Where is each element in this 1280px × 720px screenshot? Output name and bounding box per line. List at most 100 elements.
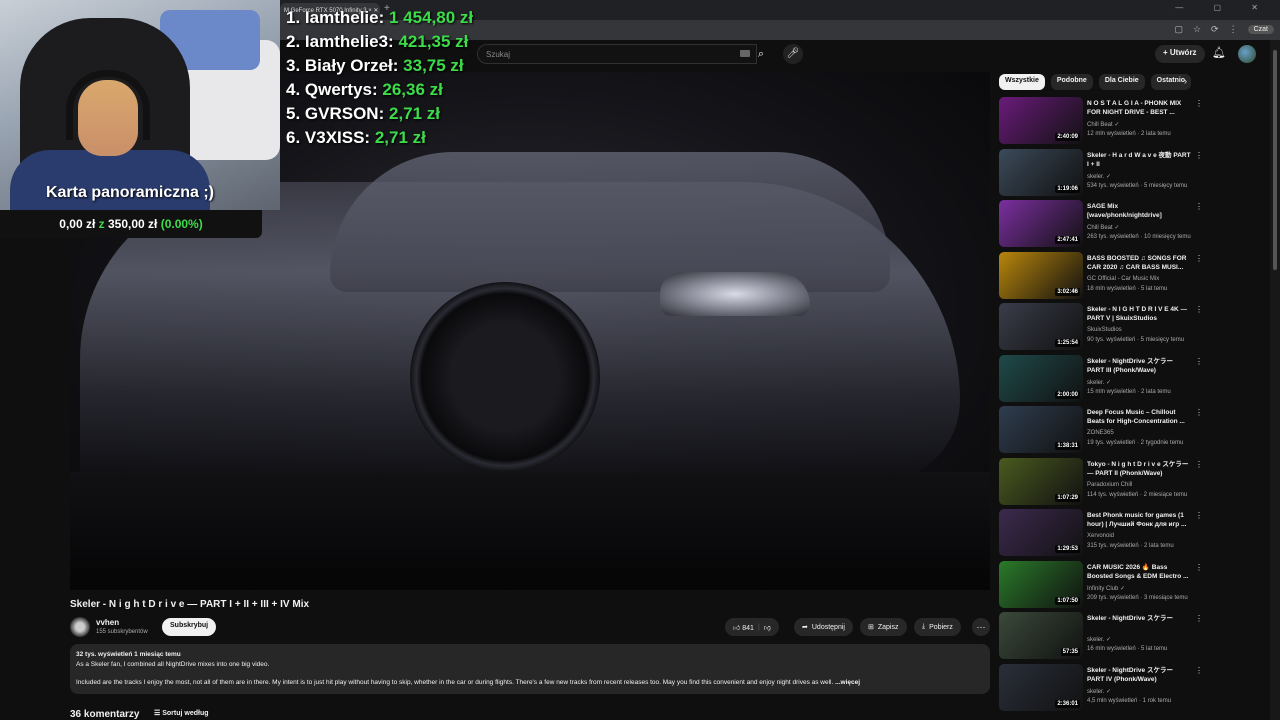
recommendation-channel[interactable]: skeler. ✓ — [1087, 173, 1111, 180]
recommendation-channel[interactable]: SkuixStudios — [1087, 327, 1122, 333]
kebab-menu-icon[interactable]: ⋮ — [1195, 151, 1203, 160]
recommendation-title[interactable]: Skeler - N I G H T D R I V E 4K — PART V… — [1087, 305, 1191, 323]
recommendation-title[interactable]: Tokyo - N i g h t D r i v e スケラー — PART … — [1087, 460, 1191, 478]
kebab-menu-icon[interactable]: ⋮ — [1195, 254, 1203, 263]
chip-for-you[interactable]: Dla Ciebie — [1098, 74, 1145, 90]
share-button[interactable]: ➦ Udostępnij — [794, 618, 853, 636]
recommendation-title[interactable]: Best Phonk music for games (1 hour) | Лу… — [1087, 511, 1191, 529]
recommendation-channel[interactable]: Xervonoid — [1087, 533, 1114, 539]
bookmark-star-icon[interactable]: ☆ — [1193, 24, 1201, 35]
recommendation-channel[interactable]: Chill Beat ✓ — [1087, 121, 1119, 128]
scrollbar-thumb[interactable] — [1273, 50, 1277, 270]
recommendation-channel[interactable]: skeler. ✓ — [1087, 688, 1111, 695]
reload-icon[interactable]: ⟳ — [1211, 24, 1219, 35]
recommendation-thumbnail[interactable]: 1:25:54 — [999, 303, 1083, 350]
recommendation-title[interactable]: Deep Focus Music – Chillout Beats for Hi… — [1087, 408, 1191, 426]
kebab-menu-icon[interactable]: ⋮ — [1195, 666, 1203, 675]
recommendation-channel[interactable]: skeler. ✓ — [1087, 636, 1111, 643]
recommendation-thumbnail[interactable]: 2:40:09 — [999, 97, 1083, 144]
search-icon[interactable]: ⌕ — [747, 44, 775, 64]
kebab-menu-icon[interactable]: ⋮ — [1195, 202, 1203, 211]
recommendation-title[interactable]: N O S T A L G I A - PHONK MIX FOR NIGHT … — [1087, 99, 1191, 117]
recommendation-thumbnail[interactable]: 57:35 — [999, 612, 1083, 659]
donor-name: 3. Biały Orzeł: — [286, 56, 399, 75]
recommendation-thumbnail[interactable]: 3:02:46 — [999, 251, 1083, 299]
notifications-bell-icon[interactable]: 🔔︎ — [1212, 46, 1226, 59]
like-button[interactable]: 👍︎ 841 — [733, 623, 754, 632]
recommendation-item[interactable]: 2:36:01 Skeler - NightDrive スケラー PART IV … — [999, 663, 1204, 716]
window-controls[interactable]: — ▢ ✕ — [1175, 3, 1272, 12]
recommendation-title[interactable]: Skeler - NightDrive スケラー PART III (Phonk… — [1087, 357, 1191, 375]
kebab-menu-icon[interactable]: ⋮ — [1195, 563, 1203, 572]
kebab-menu-icon[interactable]: ⋮ — [1195, 460, 1203, 469]
profile-chip[interactable]: Czat — [1247, 25, 1274, 34]
recommendation-item[interactable]: 3:02:46 BASS BOOSTED ♫ SONGS FOR CAR 2020… — [999, 251, 1204, 304]
video-title: Skeler - N i g h t D r i v e — PART I + … — [70, 599, 310, 610]
video-frame-hood — [330, 152, 890, 292]
create-button[interactable]: + Utwórz — [1155, 45, 1205, 63]
search-input[interactable]: Szukaj — [477, 44, 757, 64]
donor-amount: 2,71 zł — [374, 128, 426, 147]
recommendation-channel[interactable]: GC Official - Car Music Mix — [1087, 276, 1159, 282]
recommendation-channel[interactable]: ZONE365 — [1087, 430, 1114, 436]
chip-all[interactable]: Wszystkie — [999, 74, 1045, 90]
description-box[interactable]: 32 tys. wyświetleń 1 miesiąc temu As a S… — [70, 644, 990, 694]
subscribe-button[interactable]: Subskrybuj — [162, 618, 217, 636]
save-button[interactable]: ⊞ Zapisz — [860, 618, 907, 636]
kebab-menu-icon[interactable]: ⋮ — [1195, 511, 1203, 520]
recommendation-item[interactable]: 1:07:50 CAR MUSIC 2026 🔥 Bass Boosted Son… — [999, 560, 1204, 613]
chip-related[interactable]: Podobne — [1050, 74, 1093, 90]
recommendation-thumbnail[interactable]: 1:07:50 — [999, 560, 1083, 608]
recommendation-thumbnail[interactable]: 1:19:06 — [999, 148, 1083, 196]
recommendation-channel[interactable]: Chill Beat ✓ — [1087, 224, 1119, 231]
menu-kebab-icon[interactable]: ⋮ — [1229, 24, 1238, 35]
recommendation-title[interactable]: Skeler - H a r d W a v e 夜動 PART I + II — [1087, 151, 1191, 169]
recommendation-title[interactable]: CAR MUSIC 2026 🔥 Bass Boosted Songs & ED… — [1087, 563, 1191, 581]
sort-comments-button[interactable]: ☰ Sortuj według — [154, 709, 209, 717]
microphone-icon[interactable]: 🎤︎ — [783, 44, 803, 64]
recommendation-title[interactable]: SAGE Mix [wave/phonk/nightdrive] — [1087, 202, 1191, 220]
kebab-menu-icon[interactable]: ⋮ — [1195, 99, 1203, 108]
donor-leaderboard: 1. Iamthelie: 1 454,80 zł 2. Iamthelie3:… — [286, 6, 473, 150]
recommendation-item[interactable]: 1:29:53 Best Phonk music for games (1 hou… — [999, 509, 1204, 561]
download-button[interactable]: ⤓ Pobierz — [914, 618, 961, 636]
recommendation-title[interactable]: BASS BOOSTED ♫ SONGS FOR CAR 2020 ♫ CAR … — [1087, 254, 1191, 272]
download-icon: ⤓ — [922, 623, 926, 630]
recommendation-channel[interactable]: skeler. ✓ — [1087, 379, 1111, 386]
recommendation-channel[interactable]: Paradoxium Chill — [1087, 482, 1132, 488]
chevron-right-icon[interactable]: › — [1184, 76, 1187, 86]
kebab-menu-icon[interactable]: ⋮ — [1195, 614, 1203, 623]
recommendation-thumbnail[interactable]: 2:47:41 — [999, 200, 1083, 247]
channel-avatar[interactable] — [70, 617, 90, 637]
recommendation-meta: 90 tys. wyświetleń · 5 miesięcy temu — [1087, 337, 1185, 343]
kebab-menu-icon[interactable]: ⋮ — [1195, 408, 1203, 417]
more-actions-icon[interactable]: ⋯ — [972, 618, 990, 636]
dislike-icon[interactable]: 👎︎ — [764, 623, 771, 632]
recommendation-item[interactable]: 57:35 Skeler - NightDrive スケラー skeler. ✓ 16… — [999, 612, 1204, 664]
account-avatar[interactable] — [1238, 45, 1256, 63]
kebab-menu-icon[interactable]: ⋮ — [1195, 305, 1203, 314]
page-scrollbar[interactable] — [1270, 40, 1280, 720]
show-more-link[interactable]: ...więcej — [835, 679, 860, 686]
recommendation-title[interactable]: Skeler - NightDrive スケラー PART IV (Phonk/… — [1087, 666, 1191, 684]
donation-current: 0,00 zł — [59, 217, 96, 231]
donation-goal: 0,00 zł z 350,00 zł (0.00%) — [0, 210, 262, 238]
recommendation-item[interactable]: 2:40:09 N O S T A L G I A - PHONK MIX FOR… — [999, 97, 1204, 149]
recommendation-title[interactable]: Skeler - NightDrive スケラー — [1087, 614, 1191, 623]
channel-name[interactable]: vvhen — [96, 618, 119, 627]
recommendation-thumbnail[interactable]: 2:36:01 — [999, 663, 1083, 711]
view-stats: 32 tys. wyświetleń 1 miesiąc temu — [76, 651, 181, 658]
recommendation-thumbnail[interactable]: 1:38:31 — [999, 406, 1083, 453]
recommendation-item[interactable]: 1:07:29 Tokyo - N i g h t D r i v e スケラー … — [999, 457, 1204, 510]
extension-icon[interactable]: ▢ — [1174, 24, 1183, 35]
recommendation-thumbnail[interactable]: 1:07:29 — [999, 457, 1083, 505]
recommendation-item[interactable]: 2:00:00 Skeler - NightDrive スケラー PART III… — [999, 354, 1204, 407]
kebab-menu-icon[interactable]: ⋮ — [1195, 357, 1203, 366]
recommendation-item[interactable]: 1:38:31 Deep Focus Music – Chillout Beats… — [999, 406, 1204, 458]
recommendation-thumbnail[interactable]: 2:00:00 — [999, 354, 1083, 402]
recommendation-item[interactable]: 1:25:54 Skeler - N I G H T D R I V E 4K —… — [999, 303, 1204, 355]
recommendation-item[interactable]: 1:19:06 Skeler - H a r d W a v e 夜動 PART … — [999, 148, 1204, 201]
recommendation-thumbnail[interactable]: 1:29:53 — [999, 509, 1083, 556]
recommendation-item[interactable]: 2:47:41 SAGE Mix [wave/phonk/nightdrive] C… — [999, 200, 1204, 252]
recommendation-channel[interactable]: Infinity Club ✓ — [1087, 585, 1125, 592]
